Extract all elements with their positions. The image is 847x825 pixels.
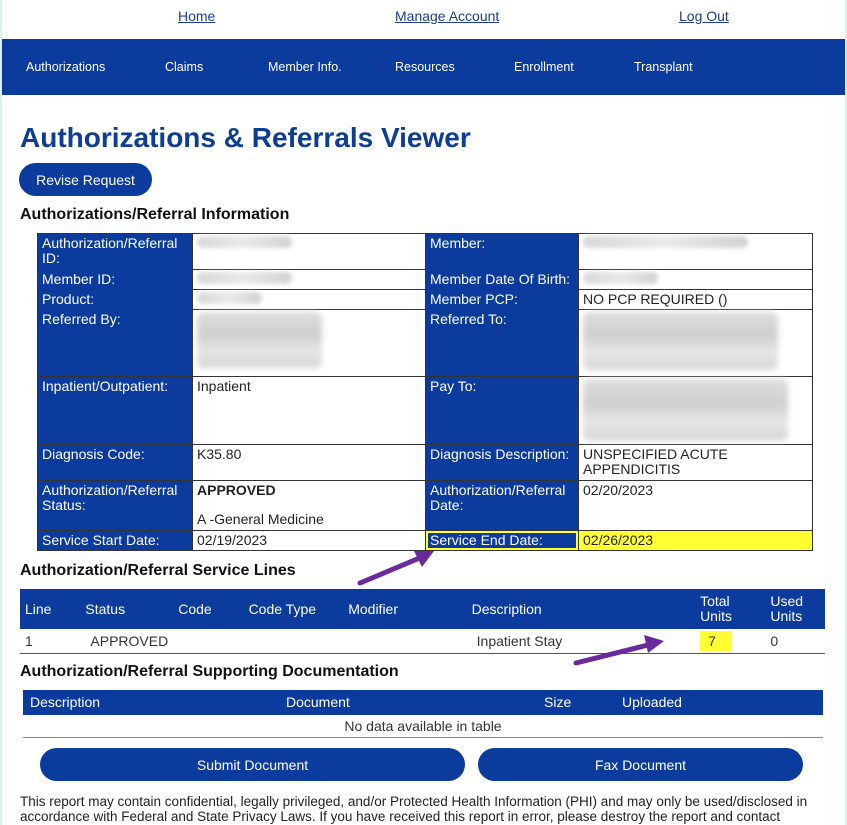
empty-message: No data available in table xyxy=(344,717,502,734)
product-value xyxy=(192,289,426,310)
diagnosis-code-value: K35.80 xyxy=(192,444,426,481)
row-line: 1 xyxy=(25,632,33,649)
diagnosis-code-label: Diagnosis Code: xyxy=(37,444,193,481)
service-start-date-label: Service Start Date: xyxy=(37,530,193,551)
diagnosis-description-value: UNSPECIFIED ACUTE APPENDICITIS xyxy=(578,444,813,481)
pay-to-label: Pay To: xyxy=(425,376,579,445)
row-total-units: 7 xyxy=(695,629,765,653)
pay-to-value xyxy=(578,376,813,445)
member-value xyxy=(578,233,813,270)
nav-claims[interactable]: Claims xyxy=(165,60,203,74)
col-used-units[interactable]: Used Units xyxy=(765,589,825,629)
info-section-title: Authorizations/Referral Information xyxy=(20,206,290,223)
authorization-info-table: Authorization/Referral ID: Member: Membe… xyxy=(37,233,813,551)
annotation-arrow-icon xyxy=(573,635,664,666)
documentation-title: Authorization/Referral Supporting Docume… xyxy=(20,663,399,680)
member-id-label: Member ID: xyxy=(37,269,193,290)
auth-date-label: Authorization/Referral Date: xyxy=(425,480,579,531)
member-pcp-value: NO PCP REQUIRED () xyxy=(578,289,813,310)
nav-transplant[interactable]: Transplant xyxy=(634,60,693,74)
nav-enrollment[interactable]: Enrollment xyxy=(514,60,574,74)
col-total-units[interactable]: Total Units xyxy=(695,589,766,629)
service-lines-table: Line Status Code Code Type Modifier Desc… xyxy=(20,589,825,654)
referred-by-label: Referred By: xyxy=(37,309,193,377)
row-code xyxy=(173,629,243,653)
row-used-units: 0 xyxy=(770,632,779,649)
status-label: Authorization/Referral Status: xyxy=(37,480,193,531)
status-detail: A -General Medicine xyxy=(197,511,324,527)
main-nav: Authorizations Claims Member Info. Resou… xyxy=(2,39,845,95)
col-doc-description[interactable]: Description xyxy=(23,690,281,715)
col-code-type[interactable]: Code Type xyxy=(243,589,344,629)
row-status: APPROVED xyxy=(90,632,169,649)
col-modifier[interactable]: Modifier xyxy=(343,589,467,629)
member-pcp-label: Member PCP: xyxy=(425,289,579,310)
service-lines-title: Authorization/Referral Service Lines xyxy=(20,562,296,579)
table-row: 1 APPROVED Inpatient Stay 7 0 xyxy=(20,629,825,653)
service-lines-header-row: Line Status Code Code Type Modifier Desc… xyxy=(20,589,825,629)
submit-document-button[interactable]: Submit Document xyxy=(40,748,465,781)
referred-to-label: Referred To: xyxy=(425,309,579,377)
col-doc-uploaded[interactable]: Uploaded xyxy=(617,690,823,715)
row-modifier xyxy=(343,629,466,653)
top-links: Home Manage Account Log Out xyxy=(2,8,845,28)
service-end-date-label: Service End Date: xyxy=(425,530,579,551)
referred-by-value xyxy=(192,309,426,377)
col-description[interactable]: Description xyxy=(466,589,696,629)
status-value: APPROVED A -General Medicine xyxy=(192,480,426,531)
referred-to-value xyxy=(578,309,813,377)
page-title: Authorizations & Referrals Viewer xyxy=(20,122,471,153)
home-link[interactable]: Home xyxy=(178,8,215,24)
in-out-value: Inpatient xyxy=(192,376,426,445)
documentation-table: Description Document Size Uploaded No da… xyxy=(23,690,823,738)
nav-authorizations[interactable]: Authorizations xyxy=(26,60,105,74)
nav-resources[interactable]: Resources xyxy=(395,60,455,74)
col-line[interactable]: Line xyxy=(20,589,81,629)
log-out-link[interactable]: Log Out xyxy=(679,8,729,24)
nav-member-info[interactable]: Member Info. xyxy=(268,60,342,74)
service-end-date-value: 02/26/2023 xyxy=(578,530,813,551)
documentation-header-row: Description Document Size Uploaded xyxy=(23,690,823,715)
product-label: Product: xyxy=(37,289,193,310)
status-text: APPROVED xyxy=(197,482,276,498)
auth-id-label: Authorization/Referral ID: xyxy=(37,233,193,270)
member-dob-label: Member Date Of Birth: xyxy=(425,269,579,290)
revise-request-button[interactable]: Revise Request xyxy=(19,163,152,196)
auth-id-value xyxy=(192,233,426,270)
member-id-value xyxy=(192,269,426,290)
row-code-type xyxy=(244,629,344,653)
col-doc-size[interactable]: Size xyxy=(539,690,617,715)
col-doc-document[interactable]: Document xyxy=(281,690,539,715)
auth-date-value: 02/20/2023 xyxy=(578,480,813,531)
fax-document-button[interactable]: Fax Document xyxy=(478,748,803,781)
page: Home Manage Account Log Out Authorizatio… xyxy=(2,0,845,825)
member-dob-value xyxy=(578,269,813,290)
col-status[interactable]: Status xyxy=(80,589,174,629)
annotation-arrow-icon xyxy=(357,551,434,586)
in-out-label: Inpatient/Outpatient: xyxy=(37,376,193,445)
diagnosis-description-label: Diagnosis Description: xyxy=(425,444,579,481)
disclaimer-text: This report may contain confidential, le… xyxy=(20,794,808,824)
member-label: Member: xyxy=(425,233,579,270)
empty-row: No data available in table xyxy=(23,715,823,737)
total-units-highlight: 7 xyxy=(700,630,732,651)
manage-account-link[interactable]: Manage Account xyxy=(395,8,499,24)
col-code[interactable]: Code xyxy=(173,589,244,629)
